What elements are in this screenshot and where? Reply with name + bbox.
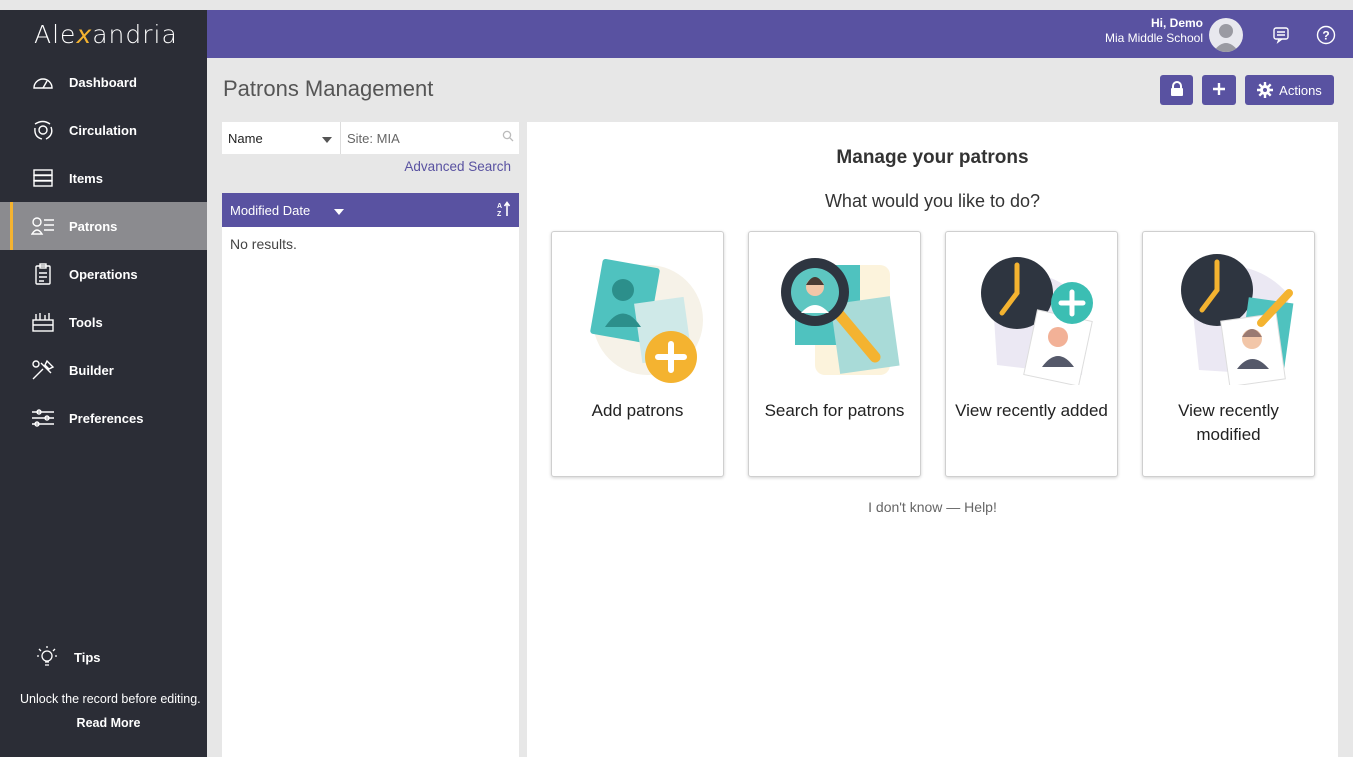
logo-text-end: andria (92, 19, 178, 49)
tips-text: Unlock the record before editing. (20, 692, 201, 706)
add-patron-illustration (552, 232, 723, 397)
lock-icon (1170, 80, 1184, 100)
toolbox-icon (30, 311, 56, 333)
search-icon (502, 130, 514, 145)
caret-down-icon (322, 131, 332, 146)
app-logo[interactable]: Ale x andria (0, 10, 207, 58)
help-link[interactable]: I don't know — Help! (527, 499, 1338, 515)
sidebar-item-tools[interactable]: Tools (0, 298, 207, 346)
lightbulb-icon (36, 645, 58, 669)
sidebar-item-label: Items (69, 170, 103, 186)
site-search-placeholder: Site: MIA (347, 130, 400, 146)
svg-text:?: ? (1322, 29, 1329, 43)
no-results-text: No results. (230, 236, 297, 252)
sidebar-item-builder[interactable]: Builder (0, 346, 207, 394)
svg-text:Z: Z (497, 211, 502, 217)
builder-icon (30, 359, 56, 381)
card-label: View recently modified (1178, 401, 1279, 444)
tips-heading: Tips (0, 642, 207, 672)
sliders-icon (30, 407, 56, 429)
sidebar-item-label: Tools (69, 314, 103, 330)
sidebar-item-preferences[interactable]: Preferences (0, 394, 207, 442)
sidebar-item-items[interactable]: Items (0, 154, 207, 202)
main-heading: Manage your patrons (836, 147, 1029, 168)
school-name: Mia Middle School (1104, 31, 1203, 45)
sidebar: Ale x andria Dashboard Circulation Items P… (0, 10, 207, 757)
avatar[interactable] (1209, 18, 1243, 52)
recently-modified-illustration (1143, 232, 1314, 397)
plus-icon (1212, 82, 1226, 99)
search-field-select[interactable]: Name (222, 122, 341, 154)
sidebar-item-label: Dashboard (69, 74, 137, 90)
search-field-value: Name (228, 130, 263, 146)
circulation-icon (30, 119, 56, 141)
clipboard-icon (30, 263, 56, 285)
card-label: View recently added (955, 401, 1108, 420)
sidebar-item-circulation[interactable]: Circulation (0, 106, 207, 154)
top-header: Hi, Demo Mia Middle School ? (207, 10, 1353, 58)
action-cards: Add patrons Search for patrons View rece… (551, 231, 1339, 477)
site-search-input[interactable]: Site: MIA (341, 122, 519, 154)
recently-added-card[interactable]: View recently added (945, 231, 1118, 477)
search-panel: Name Site: MIA Advanced Search Modified … (222, 122, 519, 757)
main-subheading: What would you like to do? (824, 191, 1041, 211)
help-icon[interactable]: ? (1316, 25, 1336, 45)
sidebar-item-label: Circulation (69, 122, 137, 138)
main-panel: Manage your patrons What would you like … (527, 122, 1338, 757)
lock-button[interactable] (1160, 75, 1193, 105)
sidebar-item-label: Preferences (69, 410, 144, 426)
advanced-search-link[interactable]: Advanced Search (222, 159, 519, 183)
logo-text-accent: x (76, 19, 93, 49)
caret-down-icon (333, 203, 344, 218)
sidebar-nav: Dashboard Circulation Items Patrons Oper… (0, 58, 207, 442)
card-label: Add patrons (591, 401, 684, 420)
books-icon (30, 167, 56, 189)
patrons-icon (30, 215, 56, 237)
sidebar-item-patrons[interactable]: Patrons (0, 202, 207, 250)
search-patron-illustration (749, 232, 920, 397)
search-row: Name Site: MIA (222, 122, 519, 154)
sort-direction-icon[interactable]: AZ (497, 200, 511, 220)
tips-panel: Tips Unlock the record before editing. R… (0, 642, 207, 757)
card-label: Search for patrons (764, 401, 905, 420)
results-list: No results. (222, 227, 519, 757)
sidebar-item-label: Operations (69, 266, 138, 282)
user-greeting: Hi, Demo (1150, 16, 1203, 30)
sort-field-label: Modified Date (230, 202, 311, 218)
chat-icon[interactable] (1271, 25, 1291, 45)
add-button[interactable] (1202, 75, 1236, 105)
recently-added-illustration (946, 232, 1117, 397)
sidebar-item-label: Patrons (69, 218, 118, 234)
actions-button[interactable]: Actions (1245, 75, 1334, 105)
recently-modified-card[interactable]: View recently modified (1142, 231, 1315, 477)
gear-icon (1257, 82, 1274, 98)
search-patrons-card[interactable]: Search for patrons (748, 231, 921, 477)
sidebar-item-operations[interactable]: Operations (0, 250, 207, 298)
read-more-link[interactable]: Read More (0, 716, 207, 730)
logo-text-start: Ale (34, 19, 77, 49)
tips-title: Tips (74, 649, 101, 665)
sidebar-item-dashboard[interactable]: Dashboard (0, 58, 207, 106)
svg-text:A: A (497, 203, 502, 210)
speedometer-icon (30, 71, 56, 93)
sidebar-item-label: Builder (69, 362, 114, 378)
actions-label: Actions (1279, 82, 1322, 98)
user-info[interactable]: Hi, Demo Mia Middle School (1105, 16, 1203, 46)
add-patrons-card[interactable]: Add patrons (551, 231, 724, 477)
page-title: Patrons Management (223, 76, 434, 101)
sort-dropdown[interactable]: Modified Date AZ (222, 193, 519, 227)
